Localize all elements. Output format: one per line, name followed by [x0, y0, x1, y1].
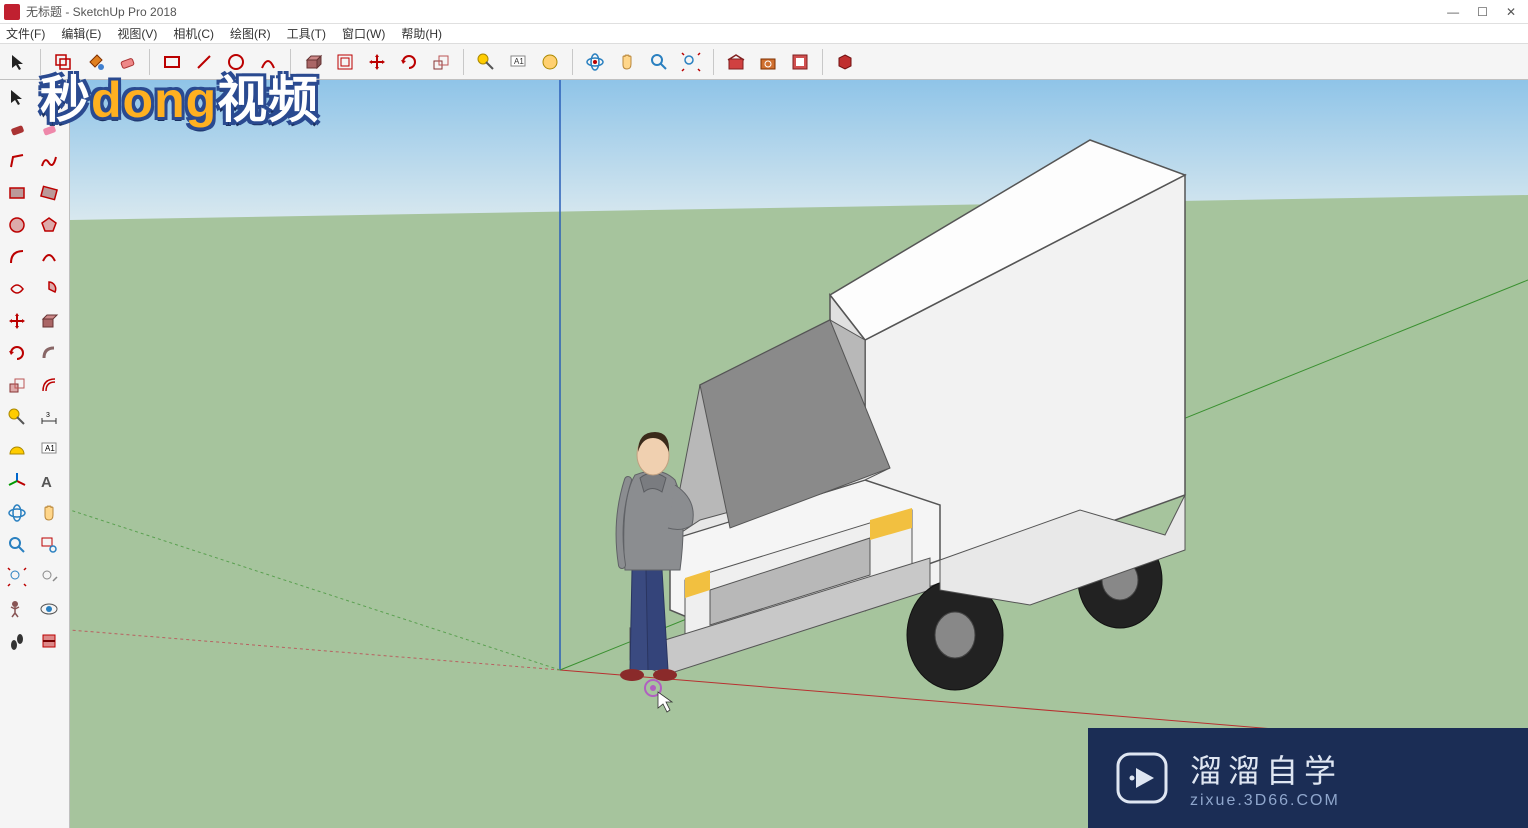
menu-tools[interactable]: 工具(T)	[287, 25, 326, 42]
rotate-tool-lt[interactable]	[2, 338, 32, 368]
paint-tool-2[interactable]	[536, 48, 564, 76]
previous-view-tool-lt[interactable]	[34, 562, 64, 592]
window-controls: — ☐ ✕	[1447, 5, 1524, 19]
walk-tool-lt[interactable]	[2, 626, 32, 656]
polygon-tool-lt[interactable]	[34, 210, 64, 240]
push-pull-tool-lt[interactable]	[34, 306, 64, 336]
arc-tool[interactable]	[254, 48, 282, 76]
rotate-tool[interactable]	[395, 48, 423, 76]
2point-arc-tool-lt[interactable]	[34, 242, 64, 272]
select-tool[interactable]	[4, 48, 32, 76]
viewport-3d[interactable]	[70, 80, 1528, 828]
window-title: 无标题 - SketchUp Pro 2018	[26, 3, 1447, 20]
menu-file[interactable]: 文件(F)	[6, 25, 45, 42]
circle-tool[interactable]	[222, 48, 250, 76]
text-label-tool-lt[interactable]: A1	[34, 434, 64, 464]
lasso-tool-lt[interactable]	[34, 82, 64, 112]
zoom-tool[interactable]	[645, 48, 673, 76]
follow-me-tool-lt[interactable]	[34, 338, 64, 368]
select-tool-lt[interactable]	[2, 82, 32, 112]
svg-text:A1: A1	[514, 57, 524, 66]
minimize-button[interactable]: —	[1447, 5, 1459, 19]
extension-warehouse-tool[interactable]	[754, 48, 782, 76]
3point-arc-tool-lt[interactable]	[2, 274, 32, 304]
menubar: 文件(F) 编辑(E) 视图(V) 相机(C) 绘图(R) 工具(T) 窗口(W…	[0, 24, 1528, 44]
arc-tool-lt[interactable]	[2, 242, 32, 272]
move-tool[interactable]	[363, 48, 391, 76]
svg-text:3: 3	[46, 412, 50, 419]
freehand-tool-lt[interactable]	[34, 146, 64, 176]
zoom-extents-tool[interactable]	[677, 48, 705, 76]
extension-manager-tool[interactable]	[831, 48, 859, 76]
pan-tool[interactable]	[613, 48, 641, 76]
dimension-tool-lt[interactable]: 3	[34, 402, 64, 432]
rectangle-tool[interactable]	[158, 48, 186, 76]
move-tool-lt[interactable]	[2, 306, 32, 336]
look-around-tool-lt[interactable]	[34, 594, 64, 624]
section-plane-tool-lt[interactable]	[34, 626, 64, 656]
axes-tool-lt[interactable]	[2, 466, 32, 496]
text-tool[interactable]: A1	[504, 48, 532, 76]
menu-window[interactable]: 窗口(W)	[342, 25, 385, 42]
eraser-tool[interactable]	[113, 48, 141, 76]
orbit-tool[interactable]	[581, 48, 609, 76]
3d-text-tool-lt[interactable]: A	[34, 466, 64, 496]
pie-tool-lt[interactable]	[34, 274, 64, 304]
orbit-tool-lt[interactable]	[2, 498, 32, 528]
rectangle-tool-lt[interactable]	[2, 178, 32, 208]
tape-measure-tool-lt[interactable]	[2, 402, 32, 432]
push-pull-tool[interactable]	[299, 48, 327, 76]
make-component-tool[interactable]	[49, 48, 77, 76]
rotated-rect-tool-lt[interactable]	[34, 178, 64, 208]
line-tool[interactable]	[190, 48, 218, 76]
offset-tool-lt[interactable]	[34, 370, 64, 400]
offset-tool[interactable]	[331, 48, 359, 76]
eraser-tool-lt[interactable]	[2, 114, 32, 144]
eraser-soft-tool-lt[interactable]	[34, 114, 64, 144]
svg-text:A1: A1	[45, 444, 55, 453]
maximize-button[interactable]: ☐	[1477, 5, 1488, 19]
protractor-tool-lt[interactable]	[2, 434, 32, 464]
menu-view[interactable]: 视图(V)	[117, 25, 157, 42]
menu-edit[interactable]: 编辑(E)	[61, 25, 101, 42]
pan-tool-lt[interactable]	[34, 498, 64, 528]
tape-measure-tool[interactable]	[472, 48, 500, 76]
scale-tool[interactable]	[427, 48, 455, 76]
scale-tool-lt[interactable]	[2, 370, 32, 400]
left-toolbar: 3 A1 A	[0, 80, 70, 828]
zoom-extents-tool-lt[interactable]	[2, 562, 32, 592]
app-icon	[4, 4, 20, 20]
close-button[interactable]: ✕	[1506, 5, 1516, 19]
circle-tool-lt[interactable]	[2, 210, 32, 240]
menu-camera[interactable]: 相机(C)	[173, 25, 214, 42]
menu-draw[interactable]: 绘图(R)	[230, 25, 271, 42]
titlebar: 无标题 - SketchUp Pro 2018 — ☐ ✕	[0, 0, 1528, 24]
svg-text:A: A	[41, 474, 52, 491]
zoom-window-tool-lt[interactable]	[34, 530, 64, 560]
top-toolbar: A1	[0, 44, 1528, 80]
position-camera-tool-lt[interactable]	[2, 594, 32, 624]
send-to-layout-tool[interactable]	[786, 48, 814, 76]
paint-bucket-tool[interactable]	[81, 48, 109, 76]
menu-help[interactable]: 帮助(H)	[401, 25, 442, 42]
zoom-tool-lt[interactable]	[2, 530, 32, 560]
3d-warehouse-tool[interactable]	[722, 48, 750, 76]
line-tool-lt[interactable]	[2, 146, 32, 176]
